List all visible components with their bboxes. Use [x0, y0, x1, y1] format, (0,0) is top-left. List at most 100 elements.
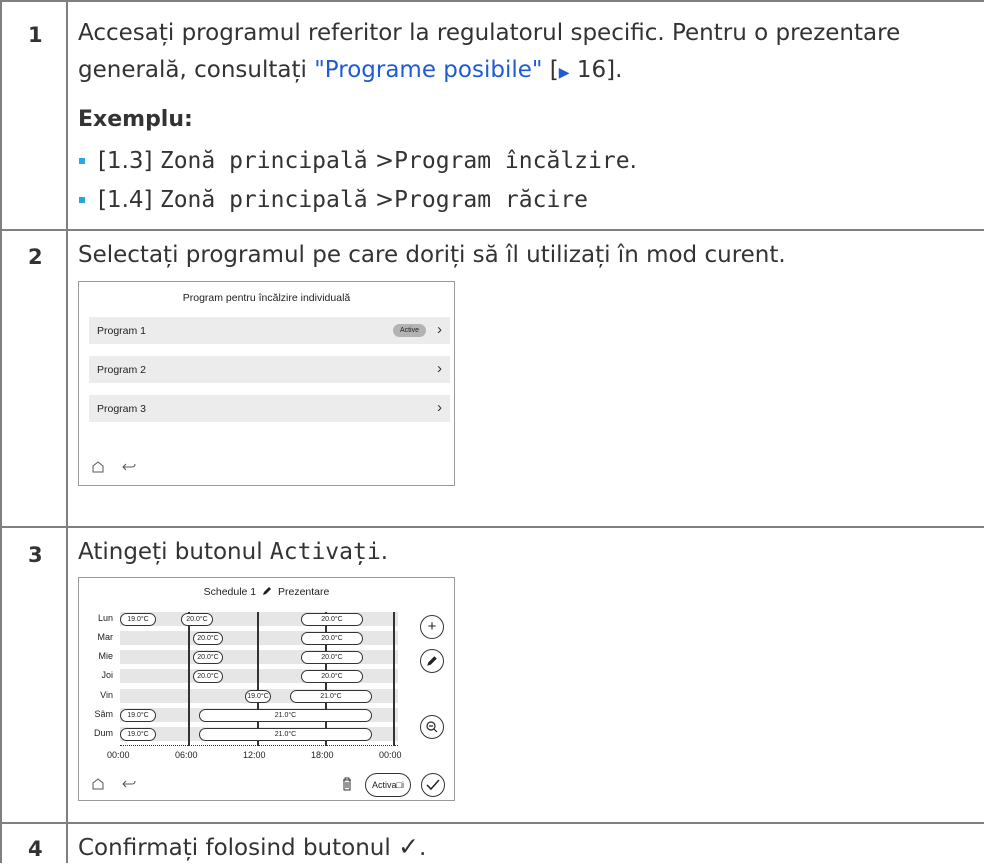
step-number: 3 [28, 543, 43, 567]
example-item: [1.4] Zonă principală >Program răcire [98, 185, 588, 216]
path-separator: > [374, 148, 395, 174]
day-label: Dum [93, 728, 113, 738]
time-tick-label: 00:00 [379, 750, 402, 760]
step-number: 4 [28, 837, 43, 861]
menu-code: [1.3] [98, 148, 153, 174]
temperature-block[interactable]: 20.0°C [301, 632, 363, 645]
step-number: 1 [28, 23, 43, 47]
step-text: Atingeți butonul Activați. [78, 537, 388, 568]
temperature-block[interactable]: 19.0°C [120, 728, 156, 741]
schedule-name: Schedule 1 [203, 586, 257, 598]
chevron-right-icon: › [437, 399, 442, 416]
time-tick-label: 00:00 [107, 750, 130, 760]
screen-title: Program pentru încălzire individuală [182, 292, 351, 304]
example-heading: Exemplu: [78, 107, 193, 132]
step-text: Accesați programul referitor la regulato… [78, 18, 900, 49]
back-icon[interactable] [122, 778, 136, 790]
path-separator: > [374, 187, 395, 213]
check-icon: ✓ [398, 832, 420, 861]
back-icon[interactable] [122, 461, 136, 473]
temperature-block[interactable]: 20.0°C [301, 670, 363, 683]
page-arrow-icon[interactable]: ▶ [559, 65, 570, 81]
ref-close: ]. [606, 57, 623, 83]
step-1-line1: Accesați programul referitor la regulato… [78, 20, 901, 46]
time-tick-label: 06:00 [175, 750, 198, 760]
day-label: Lun [97, 613, 113, 623]
active-badge: Active [392, 324, 426, 337]
menu-path: Zonă principală [159, 187, 368, 213]
program-label: Program 2 [97, 364, 147, 376]
temperature-block[interactable]: 19.0°C [245, 690, 271, 703]
punct: . [629, 148, 637, 174]
step-text: generală, consultați "Programe posibile"… [78, 55, 622, 89]
table-border-top [0, 0, 984, 2]
menu-path: Program încălzire [394, 148, 630, 174]
day-label: Vin [100, 690, 113, 700]
trash-icon[interactable] [341, 777, 353, 791]
program-row[interactable]: Program 2 › [89, 356, 450, 383]
programs-link[interactable]: "Programe posibile" [314, 57, 542, 83]
check-icon[interactable] [421, 773, 445, 797]
zoom-icon[interactable] [420, 715, 444, 739]
chevron-right-icon: › [437, 321, 442, 338]
temperature-block[interactable]: 19.0°C [120, 709, 156, 722]
day-label: Joi [101, 670, 113, 680]
step-number: 2 [28, 245, 43, 269]
temperature-block[interactable]: 20.0°C [193, 651, 223, 664]
plus-icon[interactable]: + [420, 615, 444, 639]
schedule-screen: Schedule 1 Prezentare Lun Mar Mie Joi Vi… [78, 577, 455, 801]
step-1-line2: generală, consultați [78, 57, 315, 83]
program-list-screen: Program pentru încălzire individuală Pro… [78, 281, 455, 486]
ref-open: [ [542, 57, 559, 83]
time-axis-line [120, 745, 398, 746]
temperature-block[interactable]: 20.0°C [301, 613, 363, 626]
schedule-subtitle: Prezentare [278, 586, 330, 598]
step-text: Confirmați folosind butonul ✓. [78, 831, 426, 864]
time-tick-label: 12:00 [243, 750, 266, 760]
program-row[interactable]: Program 1 Active › [89, 317, 450, 344]
example-item: [1.3] Zonă principală >Program încălzire… [98, 146, 637, 177]
bullet-icon [79, 197, 85, 203]
ref-page: 16 [569, 57, 607, 83]
temperature-block[interactable]: 20.0°C [193, 670, 223, 683]
menu-code: [1.4] [98, 187, 153, 213]
punct: . [380, 539, 388, 565]
step-4-text: Confirmați folosind butonul [78, 835, 399, 861]
time-tick-label: 18:00 [311, 750, 334, 760]
time-marker-line [188, 612, 190, 746]
pencil-icon[interactable] [262, 586, 272, 596]
temperature-block[interactable]: 21.0°C [290, 690, 372, 703]
chevron-right-icon: › [437, 360, 442, 377]
day-label: Mar [97, 632, 114, 642]
program-row[interactable]: Program 3 › [89, 395, 450, 422]
time-marker-line [393, 612, 395, 746]
row-divider [0, 229, 984, 231]
temperature-block[interactable]: 20.0°C [301, 651, 363, 664]
menu-path: Zonă principală [159, 148, 368, 174]
row-divider [0, 822, 984, 824]
step-text: Selectați programul pe care doriți să îl… [78, 242, 786, 268]
activate-button[interactable]: Activa□i [365, 773, 411, 797]
temperature-block[interactable]: 21.0°C [199, 728, 372, 741]
day-label: Mie [98, 651, 113, 661]
day-label: Sâm [94, 709, 113, 719]
temperature-block[interactable]: 20.0°C [181, 613, 213, 626]
home-icon[interactable] [91, 777, 105, 791]
program-label: Program 3 [97, 403, 147, 415]
pencil-icon[interactable] [420, 649, 444, 673]
home-icon[interactable] [91, 460, 105, 474]
temperature-block[interactable]: 20.0°C [193, 632, 223, 645]
schedule-title: Schedule 1 Prezentare [79, 586, 454, 598]
temperature-block[interactable]: 19.0°C [120, 613, 156, 626]
temperature-block[interactable]: 21.0°C [199, 709, 372, 722]
step-3-text: Atingeți butonul [78, 539, 270, 565]
program-label: Program 1 [97, 325, 147, 337]
punct: . [419, 835, 427, 861]
time-marker-line [257, 612, 259, 746]
menu-path: Program răcire [394, 187, 589, 213]
button-name: Activați [269, 539, 381, 565]
column-divider [66, 0, 68, 863]
bullet-icon [79, 158, 85, 164]
table-border-left [0, 0, 2, 863]
row-divider [0, 526, 984, 528]
